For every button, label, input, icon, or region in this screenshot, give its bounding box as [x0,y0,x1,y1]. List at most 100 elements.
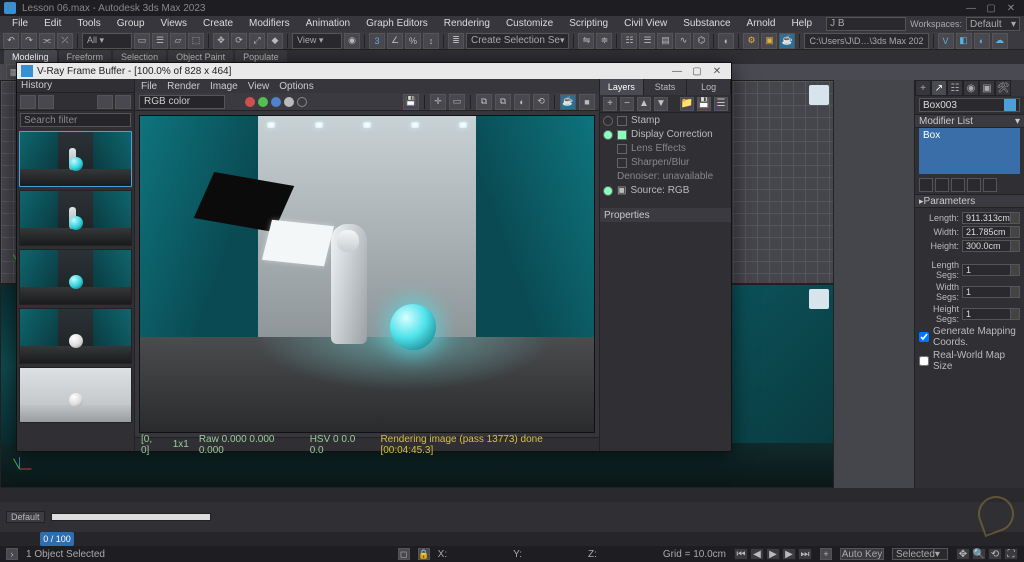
menu-grapheditors[interactable]: Graph Editors [358,16,436,32]
select-object-button[interactable]: ▭ [134,33,150,49]
vfb-toggle-cc-button[interactable]: ◐ [514,94,530,110]
vfb-menu-view[interactable]: View [248,81,270,92]
history-thumb-5[interactable] [19,367,132,423]
vray-frame-buffer-window[interactable]: V-Ray Frame Buffer - [100.0% of 828 x 46… [16,62,732,452]
menu-tools[interactable]: Tools [69,16,108,32]
vfb-menu-options[interactable]: Options [279,81,313,92]
snap-toggle-3-icon[interactable]: 3 [369,33,385,49]
history-ab-button[interactable] [97,95,113,109]
history-delete-button[interactable] [115,95,131,109]
x-coord-spinner[interactable] [455,548,505,560]
vfb-close-button[interactable]: ✕ [707,64,727,78]
maxscript-mini-listener-icon[interactable]: › [6,548,18,560]
vfb-add-layer-button[interactable]: + [603,97,617,111]
vfb-blue-channel-button[interactable] [271,97,281,107]
placement-button[interactable]: ◆ [267,33,283,49]
object-color-swatch[interactable] [1004,99,1016,111]
stack-item-box[interactable]: Box [923,130,940,141]
tab-hierarchy-icon[interactable]: ☷ [947,80,963,96]
close-button[interactable]: ✕ [1002,2,1020,14]
maximize-button[interactable]: ▢ [982,2,1000,14]
vfb-clear-image-button[interactable]: ⟲ [533,94,549,110]
layer-sharpen-blur[interactable]: Sharpen/Blur [603,157,728,168]
vfb-mono-channel-button[interactable] [284,97,294,107]
zoom-view-button[interactable]: 🔍 [972,548,986,560]
goto-end-button[interactable]: ⏭ [798,548,812,560]
layer-denoiser[interactable]: Denoiser: unavailable [603,171,728,182]
menu-substance[interactable]: Substance [675,16,738,32]
vfb-move-layer-up-button[interactable]: ▲ [637,97,651,111]
tab-motion-icon[interactable]: ◉ [963,80,979,96]
vfb-track-mouse-button[interactable]: ✛ [430,94,446,110]
real-world-map-checkbox[interactable]: Real-World Map Size [919,350,1020,372]
angle-snap-button[interactable]: ∠ [387,33,403,49]
vfb-layer-menu-button[interactable]: ☰ [714,97,728,111]
viewcube-icon[interactable] [809,85,829,105]
vfb-render-last-button[interactable]: ☕ [560,94,576,110]
pin-stack-button[interactable] [919,178,933,192]
menu-arnold[interactable]: Arnold [739,16,784,32]
toggle-layer-explorer-button[interactable]: ☰ [639,33,655,49]
menu-modifiers[interactable]: Modifiers [241,16,298,32]
vfb-layer-folder-button[interactable]: 📁 [680,97,694,111]
workspace-dropdown[interactable]: Default▾ [966,17,1020,31]
vfb-green-channel-button[interactable] [258,97,268,107]
modifier-stack[interactable]: Box [919,128,1020,174]
tab-utilities-icon[interactable]: 🛠 [995,80,1011,96]
next-frame-button[interactable]: ▶ [782,548,796,560]
minimize-button[interactable]: — [962,2,980,14]
vray-button-4[interactable]: ☁ [992,33,1008,49]
vfb-layer-properties-header[interactable]: Properties [600,208,731,222]
vfb-menu-render[interactable]: Render [167,81,200,92]
vfb-copy-to-max-vfb-button[interactable]: ⧉ [495,94,511,110]
y-coord-spinner[interactable] [530,548,580,560]
z-coord-spinner[interactable] [605,548,655,560]
schematic-view-button[interactable]: ⌬ [693,33,709,49]
vfb-alpha-channel-button[interactable] [297,97,307,107]
history-load-button[interactable] [38,95,54,109]
vfb-tab-stats[interactable]: Stats [644,79,688,95]
generate-mapping-checkbox[interactable]: Generate Mapping Coords. [919,326,1020,348]
menu-views[interactable]: Views [153,16,196,32]
move-button[interactable]: ✥ [213,33,229,49]
time-ruler[interactable]: 0 / 100 [0,532,1024,546]
menu-rendering[interactable]: Rendering [436,16,498,32]
make-unique-button[interactable] [951,178,965,192]
menu-help[interactable]: Help [783,16,820,32]
vfb-delete-layer-button[interactable]: − [620,97,634,111]
vfb-save-image-button[interactable]: 💾 [403,94,419,110]
menu-animation[interactable]: Animation [298,16,358,32]
prev-frame-button[interactable]: ◀ [750,548,764,560]
pan-view-button[interactable]: ✥ [956,548,970,560]
vfb-stop-render-button[interactable]: ■ [579,94,595,110]
vfb-titlebar[interactable]: V-Ray Frame Buffer - [100.0% of 828 x 46… [17,63,731,79]
toggle-ribbon-button[interactable]: ▤ [657,33,673,49]
vfb-maximize-button[interactable]: ▢ [687,64,707,78]
key-mode-button[interactable]: + [820,548,832,560]
project-path-field[interactable]: C:\Users\J\D…\3ds Max 202 [804,33,928,49]
selection-filter-dropdown[interactable]: All ▾ [82,33,132,49]
named-selection-set-dropdown[interactable]: Create Selection Se ▾ [466,33,569,49]
menu-create[interactable]: Create [195,16,241,32]
select-region-button[interactable]: ▱ [170,33,186,49]
goto-start-button[interactable]: ⏮ [734,548,748,560]
align-button[interactable]: ≑ [596,33,612,49]
window-crossing-button[interactable]: ⬚ [188,33,204,49]
menu-scripting[interactable]: Scripting [561,16,616,32]
time-slider[interactable] [51,513,211,521]
orbit-view-button[interactable]: ⟲ [988,548,1002,560]
height-segs-spinner[interactable]: 1 [962,308,1020,320]
layer-dropdown[interactable]: Default [6,511,45,523]
history-thumb-3[interactable] [19,249,132,305]
length-spinner[interactable]: 911.313cm [962,212,1020,224]
vray-button-3[interactable]: ◐ [974,33,990,49]
redo-button[interactable]: ↷ [21,33,37,49]
time-slider-thumb[interactable]: 0 / 100 [40,532,74,546]
vfb-tab-log[interactable]: Log [687,79,731,95]
vray-button-2[interactable]: ◧ [956,33,972,49]
vfb-render-view[interactable] [139,115,595,433]
length-segs-spinner[interactable]: 1 [962,264,1020,276]
rollout-parameters-head[interactable]: ▸ Parameters [915,194,1024,208]
curve-editor-button[interactable]: ∿ [675,33,691,49]
vfb-move-layer-down-button[interactable]: ▼ [654,97,668,111]
